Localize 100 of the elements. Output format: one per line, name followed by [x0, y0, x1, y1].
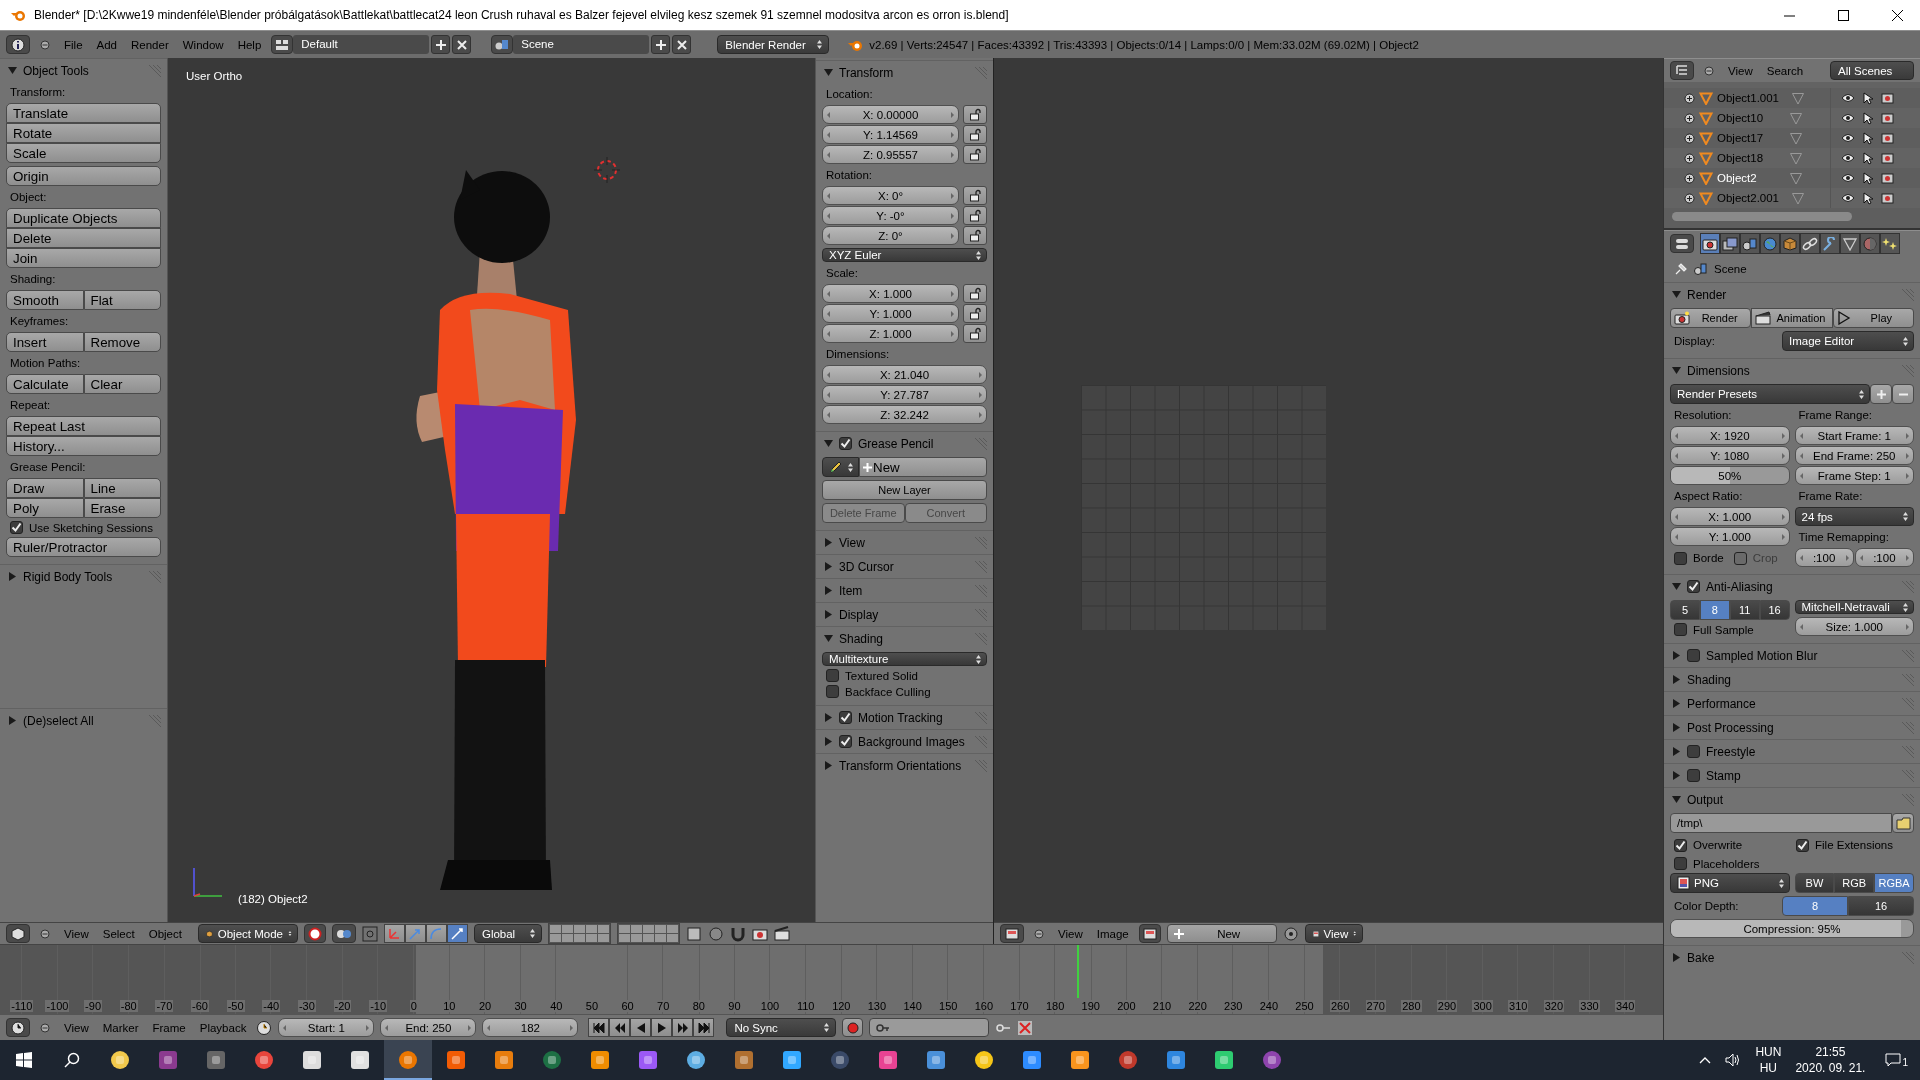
dropdown[interactable]: 24 fps [1794, 507, 1914, 526]
path-field[interactable]: /tmp\ [1670, 813, 1892, 833]
number-field[interactable]: Y: -0° [822, 206, 959, 225]
number-field[interactable]: Z: 0.95557 [822, 145, 959, 164]
tool-button[interactable]: Join [6, 248, 161, 268]
view-dropdown[interactable]: View [1304, 924, 1363, 943]
clock-time[interactable]: 21:55 [1815, 1044, 1846, 1060]
panel-header[interactable]: Stamp [1664, 764, 1920, 787]
number-field[interactable]: X: 1.000 [822, 284, 959, 303]
panel-header[interactable]: Display [816, 603, 993, 626]
dropdown[interactable]: Image Editor [1782, 331, 1914, 351]
tool-button[interactable]: Insert [6, 332, 84, 352]
panel-header[interactable]: Object Tools [0, 59, 167, 82]
number-field[interactable]: Z: 1.000 [822, 324, 959, 343]
number-field[interactable]: Y: 1.000 [1670, 527, 1790, 546]
tool-button[interactable]: Calculate [6, 374, 84, 394]
tool-button[interactable]: Rotate [6, 123, 161, 143]
start-frame-field[interactable]: Start: 1 [278, 1018, 375, 1037]
end-frame-field[interactable]: End: 250 [380, 1018, 477, 1037]
object-name[interactable]: Object2 [1717, 172, 1777, 184]
menu-item[interactable]: Add [92, 38, 121, 51]
dropdown[interactable]: Render Presets [1670, 384, 1870, 404]
layout-name-field[interactable]: Default [293, 35, 430, 54]
keyboard-layout[interactable]: HU [1759, 1060, 1778, 1076]
tool-button[interactable]: Repeat Last [6, 416, 161, 436]
menu-item[interactable]: Render [127, 38, 173, 51]
scene-name-field[interactable]: Scene [513, 35, 650, 54]
input-language[interactable]: HUN [1755, 1044, 1782, 1060]
menu-item[interactable]: Select [98, 927, 139, 940]
menu-item[interactable]: Search [1762, 64, 1808, 77]
object-name[interactable]: Object2.001 [1717, 192, 1779, 204]
menu-item[interactable]: View [1054, 927, 1087, 940]
number-field[interactable]: Y: 27.787 [822, 385, 987, 404]
toggle-button[interactable]: RGB [1834, 873, 1875, 893]
panel-header[interactable]: Bake [1664, 946, 1920, 969]
panel-header[interactable]: Transform [816, 61, 993, 84]
number-field[interactable]: :100 [1854, 548, 1914, 567]
panel-header[interactable]: View [816, 531, 993, 554]
mode-dropdown[interactable]: Object Mode [197, 924, 298, 943]
tool-button[interactable]: Poly [6, 498, 84, 518]
number-field[interactable]: Y: 1080 [1670, 446, 1790, 465]
menu-item[interactable]: Help [233, 38, 266, 51]
tool-button[interactable]: Ruler/Protractor [6, 537, 161, 557]
panel-header[interactable]: Shading [1664, 668, 1920, 691]
toggle-button[interactable]: 8 [1699, 600, 1730, 620]
notification-button[interactable]: 1 [1879, 1052, 1914, 1068]
panel-header[interactable]: Performance [1664, 692, 1920, 715]
toggle-button[interactable]: 16 [1759, 600, 1790, 620]
panel-header[interactable]: Grease Pencil [816, 432, 993, 455]
tool-button[interactable]: Remove [83, 332, 161, 352]
number-field[interactable]: Y: 1.000 [822, 304, 959, 323]
tool-button[interactable]: Clear [83, 374, 161, 394]
menu-item[interactable]: File [60, 38, 87, 51]
menu-item[interactable]: Playback [195, 1021, 251, 1034]
toggle-button[interactable]: 5 [1670, 600, 1700, 620]
panel-header[interactable]: Post Processing [1664, 716, 1920, 739]
menu-item[interactable]: Image [1092, 927, 1133, 940]
render-action-button[interactable]: Play [1832, 308, 1914, 328]
timeline[interactable]: -110 -100 -90 -80 -70 -60 -50 -40 -30 -20 -10 0 10 20 30 40 50 60 70 80 90 100 110 120 130 140 150 160 170 180 190 200 210 220 230 240 250 260 270 280 290 300 310 320 330 340 [0, 944, 1663, 1014]
panel-header[interactable]: Dimensions [1664, 359, 1920, 382]
tool-button[interactable]: Scale [6, 143, 161, 163]
number-field[interactable]: Size: 1.000 [1794, 617, 1914, 636]
toggle-button[interactable]: BW [1794, 873, 1835, 893]
toggle-button[interactable]: 8 [1782, 896, 1848, 916]
number-field[interactable]: End Frame: 250 [1794, 446, 1914, 465]
dropdown[interactable]: Multitexture [822, 652, 987, 666]
panel-header[interactable]: Rigid Body Tools [0, 565, 167, 588]
panel-header[interactable]: Anti-Aliasing [1664, 575, 1920, 598]
panel-header[interactable]: Item [816, 579, 993, 602]
number-field[interactable]: :100 [1794, 548, 1854, 567]
tool-button[interactable]: Flat [83, 290, 161, 310]
number-field[interactable]: X: 0° [822, 186, 959, 205]
menu-item[interactable]: View [60, 1021, 93, 1034]
toggle-button[interactable]: RGBA [1874, 873, 1914, 893]
tool-button[interactable]: Translate [6, 103, 161, 123]
panel-header[interactable]: 3D Cursor [816, 555, 993, 578]
number-field[interactable]: Frame Step: 1 [1794, 466, 1914, 485]
dropdown[interactable]: Mitchell-Netravali [1794, 600, 1914, 614]
slider[interactable]: Compression: 95% [1670, 919, 1914, 938]
render-engine-dropdown[interactable]: Blender Render [717, 35, 830, 54]
push-button[interactable]: New Layer [822, 480, 987, 500]
panel-header[interactable]: Sampled Motion Blur [1664, 644, 1920, 667]
number-field[interactable]: X: 21.040 [822, 365, 987, 384]
tool-button[interactable]: Erase [83, 498, 161, 518]
number-field[interactable]: X: 0.00000 [822, 105, 959, 124]
tool-button[interactable]: Delete [6, 228, 161, 248]
new-image-button[interactable]: New [1166, 924, 1277, 943]
tool-button[interactable]: Smooth [6, 290, 84, 310]
number-field[interactable]: X: 1920 [1670, 426, 1790, 445]
render-action-button[interactable]: Render [1670, 308, 1752, 328]
panel-header[interactable]: Background Images [816, 730, 993, 753]
orientation-dropdown[interactable]: Global [473, 924, 542, 943]
panel-header[interactable]: (De)select All [0, 709, 167, 732]
tool-button[interactable]: History... [6, 436, 161, 456]
number-field[interactable]: Start Frame: 1 [1794, 426, 1914, 445]
menu-item[interactable]: View [60, 927, 93, 940]
dropdown[interactable]: PNG [1670, 873, 1790, 893]
number-field[interactable]: Z: 32.242 [822, 405, 987, 424]
tool-button[interactable]: Origin [6, 166, 161, 186]
slider[interactable]: 50% [1670, 466, 1790, 485]
